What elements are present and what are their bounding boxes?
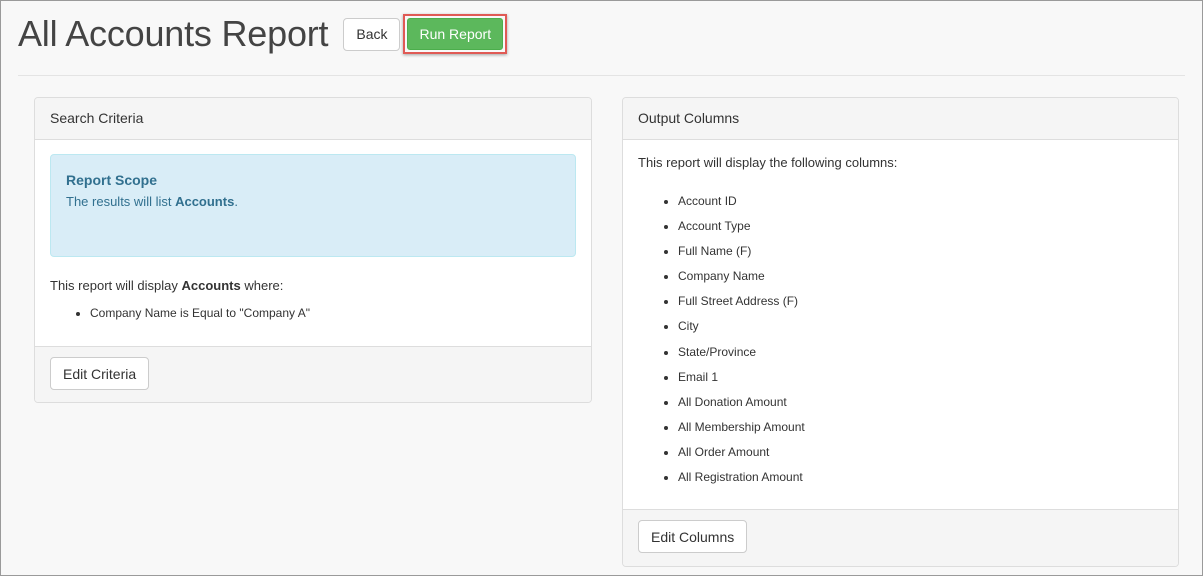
search-criteria-panel: Search Criteria Report Scope The results… (34, 97, 592, 403)
report-scope-alert: Report Scope The results will list Accou… (50, 154, 576, 257)
column-item: All Registration Amount (678, 470, 805, 495)
search-criteria-heading: Search Criteria (35, 98, 591, 140)
criteria-suffix: where: (240, 278, 284, 293)
column-item: Company Name (678, 269, 805, 294)
output-columns-panel: Output Columns This report will display … (622, 97, 1179, 567)
column-item: All Order Amount (678, 445, 805, 470)
report-scope-text: The results will list Accounts. (66, 194, 560, 209)
columns-intro: This report will display the following c… (638, 155, 898, 170)
column-item: State/Province (678, 345, 805, 370)
criteria-list: Company Name is Equal to "Company A" (50, 306, 310, 320)
columns-list: Account ID Account Type Full Name (F) Co… (638, 194, 805, 495)
edit-criteria-button[interactable]: Edit Criteria (50, 357, 150, 390)
column-item: All Membership Amount (678, 420, 805, 445)
column-item: City (678, 319, 805, 344)
column-item: Account ID (678, 194, 805, 219)
back-button[interactable]: Back (343, 17, 401, 51)
criteria-prefix: This report will display (50, 278, 182, 293)
run-report-highlight: Run Report (403, 14, 508, 54)
page-header: All Accounts Report Back Run Report (18, 12, 508, 56)
run-report-button[interactable]: Run Report (407, 18, 504, 50)
scope-text-suffix: . (234, 194, 238, 209)
scope-entity: Accounts (175, 194, 235, 209)
criteria-item: Company Name is Equal to "Company A" (90, 306, 310, 320)
output-columns-footer: Edit Columns (623, 509, 1178, 566)
column-item: Full Street Address (F) (678, 294, 805, 319)
column-item: All Donation Amount (678, 395, 805, 420)
column-item: Email 1 (678, 370, 805, 395)
header-divider (18, 75, 1185, 76)
search-criteria-footer: Edit Criteria (35, 346, 591, 402)
scope-text-prefix: The results will list (66, 194, 176, 209)
column-item: Full Name (F) (678, 244, 805, 269)
criteria-entity: Accounts (181, 278, 241, 293)
output-columns-heading: Output Columns (623, 98, 1178, 140)
edit-columns-button[interactable]: Edit Columns (638, 520, 748, 553)
column-item: Account Type (678, 219, 805, 244)
page-title: All Accounts Report (18, 13, 329, 54)
report-scope-title: Report Scope (66, 172, 158, 188)
criteria-description: This report will display Accounts where: (50, 278, 283, 293)
